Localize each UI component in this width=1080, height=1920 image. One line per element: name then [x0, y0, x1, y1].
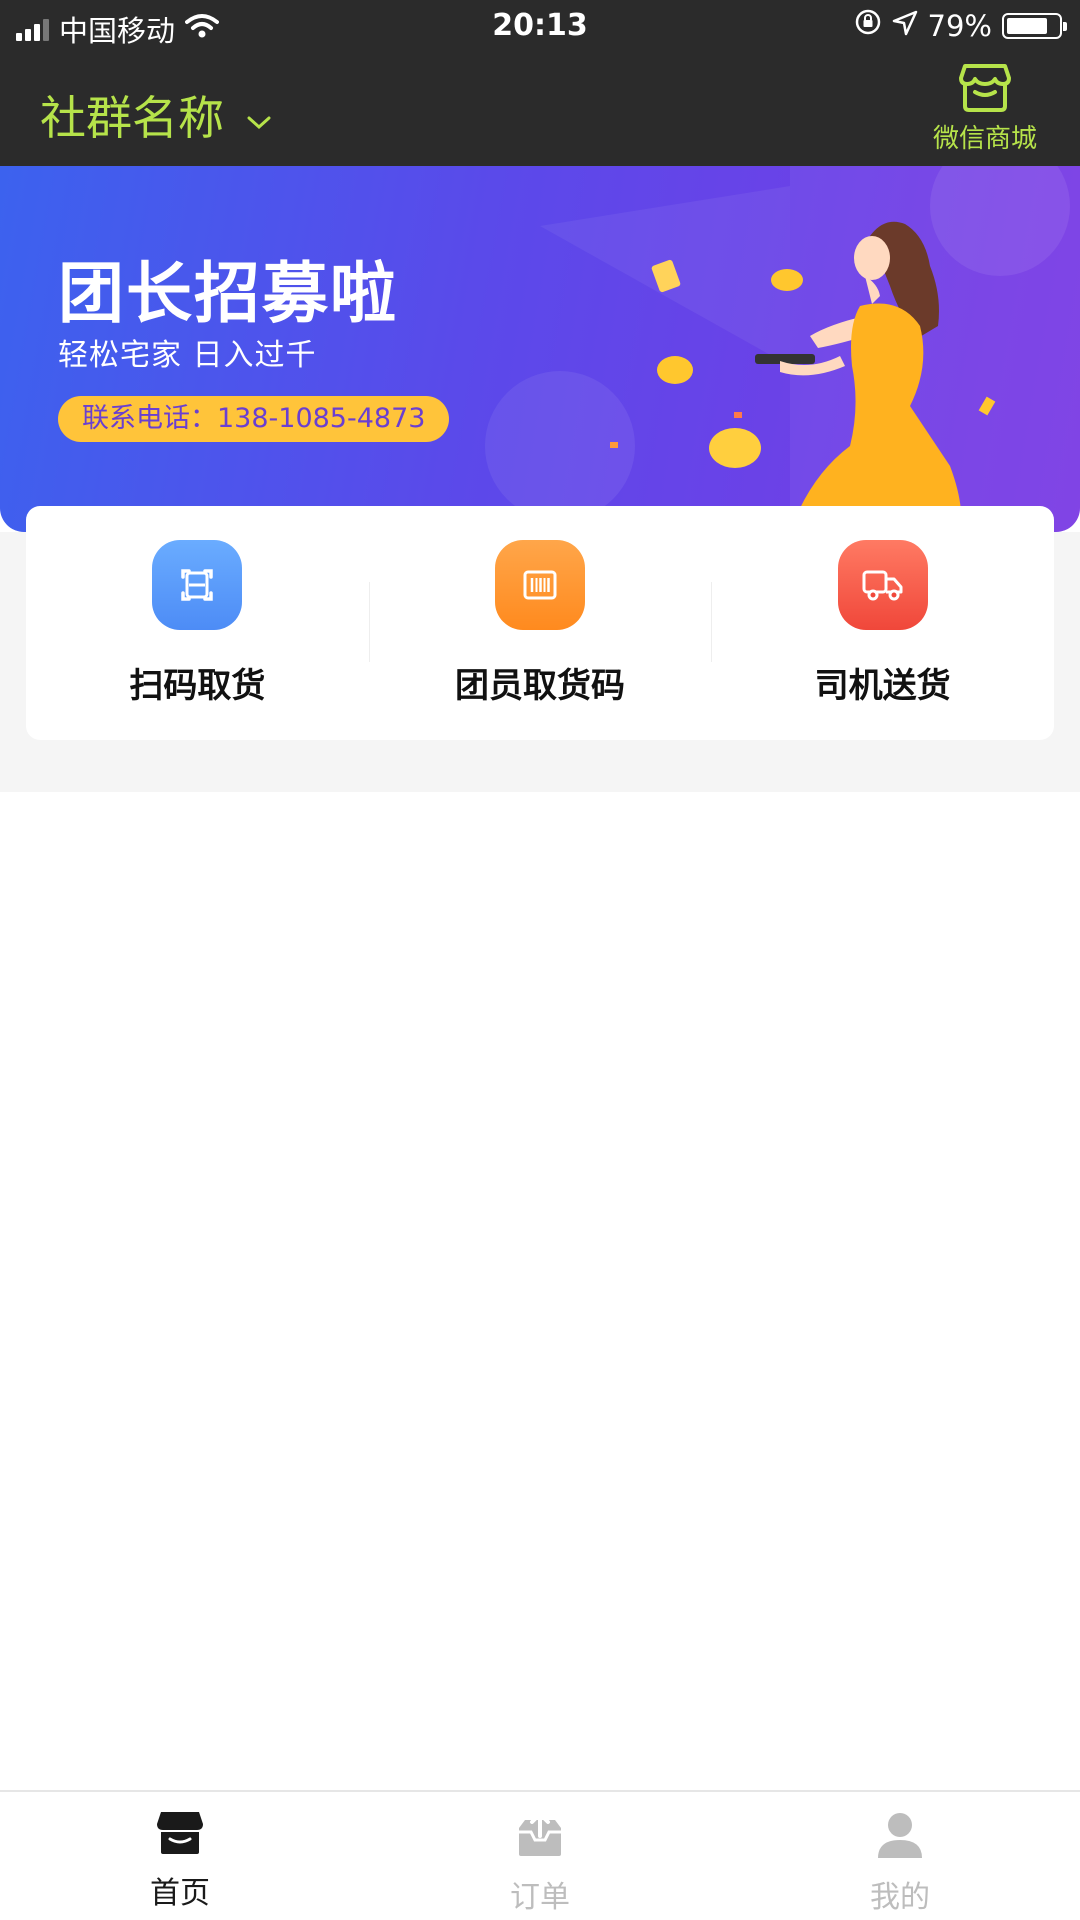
status-bar: 中国移动 20:13 79%	[0, 0, 1080, 52]
banner-title: 团长招募啦	[58, 255, 398, 332]
scan-icon	[152, 540, 243, 630]
action-label: 团员取货码	[455, 666, 625, 706]
community-name: 社群名称	[40, 91, 224, 145]
location-icon	[892, 9, 918, 43]
member-pickup-code-button[interactable]: 团员取货码	[368, 506, 712, 740]
barcode-icon	[495, 540, 585, 630]
shop-label: 微信商城	[932, 124, 1037, 154]
user-icon	[878, 1813, 922, 1858]
banner-phone[interactable]: 联系电话：138-1085-4873	[58, 396, 450, 442]
wechat-shop-button[interactable]: 微信商城	[930, 62, 1040, 155]
chevron-down-icon	[246, 88, 272, 142]
tab-profile[interactable]: 我的	[720, 1792, 1080, 1920]
recruit-banner[interactable]: 团长招募啦 轻松宅家 日入过千 联系电话：138-1085-4873	[0, 166, 1080, 532]
battery-percent: 79%	[927, 8, 992, 43]
tab-home[interactable]: 首页	[0, 1792, 360, 1920]
tab-bar: 首页 订单 我的	[0, 1790, 1080, 1920]
tab-label: 订单	[510, 1880, 570, 1915]
action-label: 司机送货	[814, 666, 951, 706]
status-right: 79%	[854, 8, 1067, 43]
header-row: 社群名称 微信商城	[0, 60, 1080, 166]
rotation-lock-icon	[854, 8, 882, 43]
community-selector[interactable]: 社群名称	[40, 82, 272, 148]
driver-delivery-button[interactable]: 司机送货	[711, 506, 1054, 740]
upload-box-icon	[519, 1812, 561, 1856]
tab-label: 首页	[150, 1876, 210, 1911]
truck-icon	[837, 540, 928, 630]
banner-illustration	[485, 166, 1080, 532]
top-bar: 中国移动 20:13 79% 社群名称 微信商城	[0, 0, 1080, 166]
tab-label: 我的	[870, 1880, 930, 1915]
scan-pickup-button[interactable]: 扫码取货	[26, 506, 369, 740]
battery-icon	[1002, 12, 1067, 39]
banner-subtitle: 轻松宅家 日入过千	[58, 338, 317, 373]
action-label: 扫码取货	[129, 666, 266, 706]
tab-orders[interactable]: 订单	[360, 1792, 720, 1920]
shop-icon	[930, 62, 1040, 114]
quick-actions: 扫码取货 团员取货码 司机送货	[26, 506, 1054, 740]
store-icon	[157, 1812, 203, 1854]
